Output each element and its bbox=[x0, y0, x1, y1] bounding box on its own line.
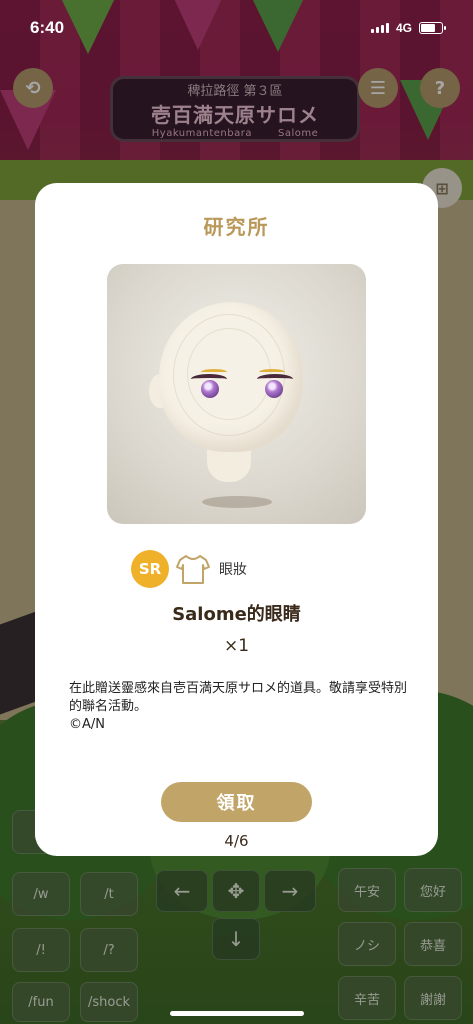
item-description: 在此贈送靈感來自壱百満天原サロメ的道具。敬請享受特別的聯名活動。 ©A/N bbox=[69, 680, 409, 734]
status-bar: 6:40 4G bbox=[0, 0, 473, 56]
status-indicators: 4G bbox=[370, 21, 446, 35]
item-meta: SR 眼妝 bbox=[131, 550, 247, 588]
eye-right bbox=[257, 369, 293, 400]
item-preview bbox=[107, 264, 366, 524]
description-text: 在此贈送靈感來自壱百満天原サロメ的道具。敬請享受特別的聯名活動。 bbox=[69, 681, 408, 714]
mannequin-shadow bbox=[202, 496, 272, 508]
item-name: Salome的眼睛 bbox=[172, 604, 301, 625]
copyright-text: ©A/N bbox=[69, 717, 105, 732]
rarity-badge: SR bbox=[131, 550, 169, 588]
signal-icon bbox=[370, 23, 389, 33]
home-indicator[interactable] bbox=[169, 1011, 304, 1016]
item-quantity: ×1 bbox=[223, 636, 250, 656]
battery-icon bbox=[419, 22, 446, 34]
page-indicator: 4/6 bbox=[224, 832, 249, 850]
reward-dialog: 研究所 SR 眼妝 Salome的眼睛 ×1 在此贈送靈感來自壱百満天原サロメ的… bbox=[35, 183, 438, 856]
claim-button[interactable]: 領取 bbox=[161, 782, 312, 822]
item-category: 眼妝 bbox=[219, 562, 247, 578]
network-label: 4G bbox=[395, 21, 412, 35]
eye-left bbox=[191, 369, 227, 400]
dialog-title: 研究所 bbox=[203, 215, 270, 239]
status-time: 6:40 bbox=[30, 18, 65, 37]
shirt-icon bbox=[176, 555, 210, 584]
